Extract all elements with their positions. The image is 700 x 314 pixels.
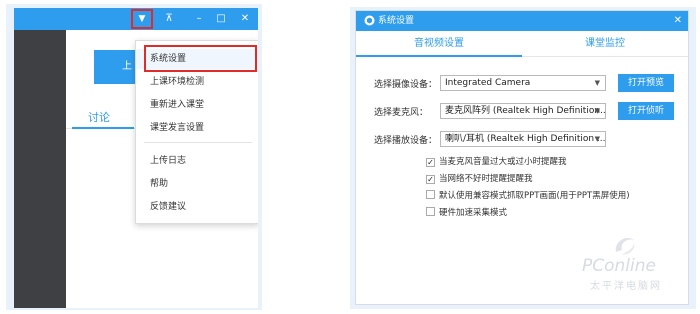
open-preview-button[interactable]: 打开预览	[618, 74, 674, 92]
menu-dropdown-button[interactable]: ▼	[131, 9, 153, 29]
close-icon[interactable]: ✕	[234, 8, 256, 30]
camera-label: 选择摄像设备：	[374, 80, 438, 90]
pin-icon[interactable]: ⊼	[158, 8, 180, 30]
speaker-select-value: 喇叭/耳机 (Realtek High Definition ...	[445, 134, 606, 144]
menu-item-feedback[interactable]: 反馈建议	[136, 197, 258, 217]
checkbox-checked-icon: ✓	[426, 158, 435, 167]
camera-select[interactable]: Integrated Camera ▼	[440, 75, 606, 91]
highlight-box	[144, 45, 257, 72]
menu-item-environment-check[interactable]: 上课环境检测	[136, 72, 258, 92]
checkbox-hw-acceleration[interactable]: 硬件加速采集模式	[426, 206, 507, 218]
checkbox-label: 当网络不好时提醒提醒我	[439, 174, 533, 184]
checkbox-empty-icon	[426, 207, 435, 216]
checkbox-network-alert[interactable]: ✓ 当网络不好时提醒提醒我	[426, 172, 533, 184]
watermark-swirl-icon	[615, 237, 635, 255]
tab-audio-video[interactable]: 音视频设置	[356, 31, 522, 57]
close-icon[interactable]: ✕	[674, 11, 682, 31]
menu-item-reenter-class[interactable]: 重新进入课堂	[136, 95, 258, 115]
camera-select-value: Integrated Camera	[445, 78, 531, 88]
menu-item-speech-settings[interactable]: 课堂发言设置	[136, 118, 258, 138]
chevron-down-icon: ▼	[594, 107, 600, 115]
tab-discuss[interactable]: 讨论	[88, 109, 110, 125]
tab-underline	[72, 127, 134, 129]
app-logo-icon	[364, 15, 375, 26]
caret-down-icon: ▼	[138, 14, 146, 24]
open-listen-button[interactable]: 打开侦听	[618, 102, 674, 120]
chevron-down-icon: ▼	[594, 79, 600, 87]
checkbox-mic-volume-alert[interactable]: ✓ 当麦克风音量过大或过小时提醒我	[426, 155, 567, 167]
watermark-subtitle: 太平洋电脑网	[590, 281, 662, 292]
checkbox-label: 硬件加速采集模式	[439, 208, 508, 218]
menu-item-help[interactable]: 帮助	[136, 174, 258, 194]
checkbox-checked-icon: ✓	[426, 175, 435, 184]
app-sidebar	[14, 30, 66, 308]
checkbox-ppt-compat-mode[interactable]: 默认使用兼容模式抓取PPT画面(用于PPT黑屏使用)	[426, 189, 630, 201]
mic-select-value: 麦克风阵列 (Realtek High Definition...	[445, 106, 606, 116]
chevron-down-icon: ▼	[594, 135, 600, 143]
checkbox-label: 默认使用兼容模式抓取PPT画面(用于PPT黑屏使用)	[439, 191, 630, 201]
dialog-titlebar: 系统设置 ✕	[356, 11, 688, 31]
settings-tab-bar: 音视频设置 课堂监控	[356, 31, 688, 57]
maximize-icon[interactable]: □	[210, 8, 232, 30]
dialog-title: 系统设置	[378, 16, 415, 26]
mic-select[interactable]: 麦克风阵列 (Realtek High Definition... ▼	[440, 103, 606, 119]
app-titlebar: ▼ ⊼ – □ ✕	[14, 8, 258, 30]
menu-divider	[144, 142, 252, 143]
settings-dropdown-menu: 系统设置 上课环境检测 重新进入课堂 课堂发言设置 上传日志 帮助 反馈建议	[135, 40, 258, 224]
checkbox-empty-icon	[426, 190, 435, 199]
speaker-label: 选择播放设备：	[374, 136, 438, 146]
minimize-icon[interactable]: –	[188, 8, 210, 30]
speaker-select[interactable]: 喇叭/耳机 (Realtek High Definition ... ▼	[440, 131, 606, 147]
checkbox-label: 当麦克风音量过大或过小时提醒我	[439, 157, 567, 167]
mic-label: 选择麦克风：	[374, 108, 429, 118]
menu-item-upload-log[interactable]: 上传日志	[136, 151, 258, 171]
classroom-app-window: ▼ ⊼ – □ ✕ 上 讨论 信 系统设置 上课环境检测 重新进入课堂 课堂发言…	[14, 8, 258, 308]
watermark-logo: PConline	[582, 256, 656, 276]
active-tab-underline	[356, 55, 522, 57]
tab-class-monitor[interactable]: 课堂监控	[522, 31, 688, 57]
